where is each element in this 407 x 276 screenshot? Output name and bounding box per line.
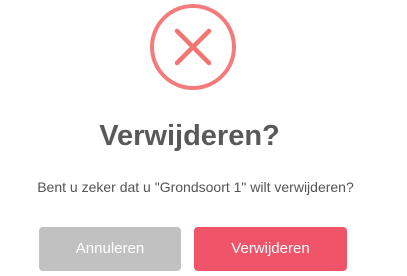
- dialog-title: Verwijderen?: [99, 120, 280, 152]
- delete-confirm-dialog: Verwijderen? Bent u zeker dat u "Grondso…: [0, 0, 407, 276]
- error-x-icon: [149, 3, 237, 91]
- cancel-button[interactable]: Annuleren: [39, 227, 181, 271]
- confirm-delete-button[interactable]: Verwijderen: [194, 227, 347, 271]
- dialog-message: Bent u zeker dat u "Grondsoort 1" wilt v…: [37, 179, 354, 195]
